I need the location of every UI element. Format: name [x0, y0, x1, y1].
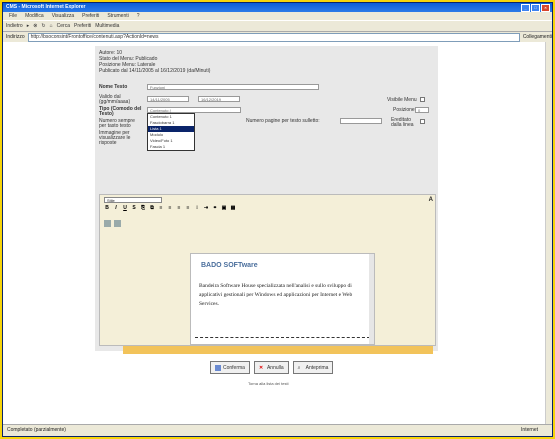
- menu-file[interactable]: File: [9, 12, 17, 20]
- notes-label: Ereditato dalla linea: [391, 117, 414, 128]
- name-label: Nome Testo: [99, 84, 128, 90]
- magnifier-icon: ⌕: [297, 364, 301, 371]
- stop-icon[interactable]: ⊗: [33, 23, 37, 29]
- format-toolbar: B I U S ⎘ ⧉ ≡ ≡ ≡ ≡ ⁝ ⇥ ⚭ ▣ ▦: [104, 205, 236, 212]
- title-bar: CMS - Microsoft Internet Explorer _ □ ×: [3, 3, 552, 12]
- type-label: Tipo (Comodo del Testo): [99, 106, 142, 117]
- address-input[interactable]: http://bsoconsint/Frontoffice/contenuti.…: [27, 32, 520, 42]
- bold-icon[interactable]: B: [104, 205, 110, 212]
- doc-scrollbar[interactable]: [369, 254, 374, 344]
- date-from-input[interactable]: 14/11/2005: [147, 96, 189, 102]
- visible-label: Visibile Menu: [387, 97, 417, 103]
- minimize-icon[interactable]: _: [521, 4, 530, 12]
- name-input[interactable]: Funzioni: [147, 84, 319, 90]
- links-button[interactable]: Collegamenti: [523, 34, 552, 40]
- italic-icon[interactable]: I: [113, 205, 119, 212]
- underline-icon[interactable]: U: [122, 205, 128, 212]
- back-button[interactable]: Indietro: [6, 23, 23, 29]
- home-icon[interactable]: ⌂: [50, 23, 53, 29]
- order-label: Posizione: [393, 107, 415, 113]
- strike-icon[interactable]: S: [131, 205, 137, 212]
- rich-text-editor: Stile A B I U S ⎘ ⧉ ≡ ≡ ≡ ≡ ⁝ ⇥ ⚭ ▣ ▦ BA…: [99, 194, 436, 346]
- address-label: Indirizzo: [6, 34, 25, 40]
- list-icon[interactable]: ⁝: [194, 205, 200, 212]
- action-buttons: Conferma ✕ Annulla ⌕ Anteprima: [210, 361, 334, 374]
- zone-text: Internet: [521, 427, 538, 433]
- toolbar: Indietro ▸ ⊗ ↻ ⌂ Cerca Preferiti Multime…: [3, 20, 552, 32]
- editor-document[interactable]: BADO SOFTware Bandeira Software House sp…: [190, 253, 375, 345]
- close-icon[interactable]: ×: [541, 4, 550, 12]
- preview-label: Anteprima: [305, 364, 329, 371]
- menu-help[interactable]: ?: [137, 12, 140, 20]
- image-icon[interactable]: ▣: [221, 205, 227, 212]
- justify-icon[interactable]: ≡: [185, 205, 191, 212]
- paste-icon[interactable]: ⧉: [149, 205, 155, 212]
- status-bar: Completato (parzialmente) Internet: [3, 424, 552, 436]
- cross-icon: ✕: [258, 364, 264, 371]
- maximize-icon[interactable]: □: [531, 4, 540, 12]
- confirm-button[interactable]: Conferma: [210, 361, 250, 374]
- refresh-icon[interactable]: ↻: [41, 23, 45, 29]
- menu-favorites[interactable]: Preferiti: [82, 12, 99, 20]
- dropdown-option[interactable]: Fascia 1: [148, 144, 194, 150]
- content-panel: Autore: 10 Stato del Menu: Publicado Pos…: [95, 46, 438, 351]
- date-to-input[interactable]: 16/12/2019: [198, 96, 240, 102]
- menu-bar: File Modifica Visualizza Preferiti Strum…: [3, 12, 552, 20]
- menu-tools[interactable]: Strumenti: [107, 12, 128, 20]
- favorites-button[interactable]: Preferiti: [74, 23, 91, 29]
- extra-toolbar: [104, 220, 121, 227]
- forward-icon[interactable]: ▸: [27, 23, 30, 29]
- clicks-label: Numero sempre per tasto testo: [99, 118, 135, 129]
- media-button[interactable]: Multimedia: [95, 23, 119, 29]
- search-button[interactable]: Cerca: [57, 23, 70, 29]
- menu-edit[interactable]: Modifica: [25, 12, 44, 20]
- info-block: Autore: 10 Stato del Menu: Publicado Pos…: [99, 50, 210, 74]
- table-icon[interactable]: ▦: [230, 205, 236, 212]
- cancel-button[interactable]: ✕ Annulla: [253, 361, 289, 374]
- page-scrollbar[interactable]: [545, 42, 552, 424]
- back-to-list-link[interactable]: Torna alla lista dei testi: [248, 381, 288, 386]
- published-text: Publicato dal 14/11/2005 al 16/12/2019 (…: [99, 68, 211, 74]
- preview-button[interactable]: ⌕ Anteprima: [292, 361, 334, 374]
- grid-icon[interactable]: [104, 220, 111, 227]
- order-input[interactable]: 0: [415, 107, 429, 113]
- image-label: Immagine per visualizzare le risposte: [99, 130, 131, 146]
- address-bar: Indirizzo http://bsoconsint/Frontoffice/…: [3, 32, 552, 42]
- copy-icon[interactable]: ⎘: [140, 205, 146, 212]
- style-select[interactable]: Stile: [104, 197, 162, 203]
- cancel-label: Annulla: [266, 364, 284, 371]
- page-viewport: Autore: 10 Stato del Menu: Publicado Pos…: [3, 42, 552, 424]
- edit-icon: [215, 364, 221, 371]
- layout-icon[interactable]: [114, 220, 121, 227]
- link-icon[interactable]: ⚭: [212, 205, 218, 212]
- font-size-icon[interactable]: A: [429, 197, 433, 203]
- visible-checkbox[interactable]: [420, 97, 425, 102]
- page-label: Numero pagine per testo sulletto:: [246, 118, 320, 124]
- confirm-label: Conferma: [223, 364, 245, 371]
- window-title: CMS - Microsoft Internet Explorer: [6, 4, 86, 10]
- align-right-icon[interactable]: ≡: [176, 205, 182, 212]
- doc-logo: BADO SOFTware: [201, 262, 258, 269]
- align-left-icon[interactable]: ≡: [158, 205, 164, 212]
- notes-checkbox[interactable]: [420, 119, 425, 124]
- status-text: Completato (parzialmente): [7, 427, 66, 433]
- type-dropdown-list: Contenuto 1 Fasciobarra 1 Lista 1 Modulo…: [147, 113, 195, 151]
- indent-icon[interactable]: ⇥: [203, 205, 209, 212]
- doc-divider: [195, 337, 370, 338]
- progress-bar: [123, 346, 433, 354]
- align-center-icon[interactable]: ≡: [167, 205, 173, 212]
- browser-window: CMS - Microsoft Internet Explorer _ □ × …: [2, 2, 553, 437]
- date-label: Valido dal (gg/mm/aaaa): [99, 94, 131, 105]
- menu-view[interactable]: Visualizza: [52, 12, 74, 20]
- doc-body-text: Bandeira Software House specializzata ne…: [199, 283, 353, 307]
- page-input[interactable]: [340, 118, 382, 124]
